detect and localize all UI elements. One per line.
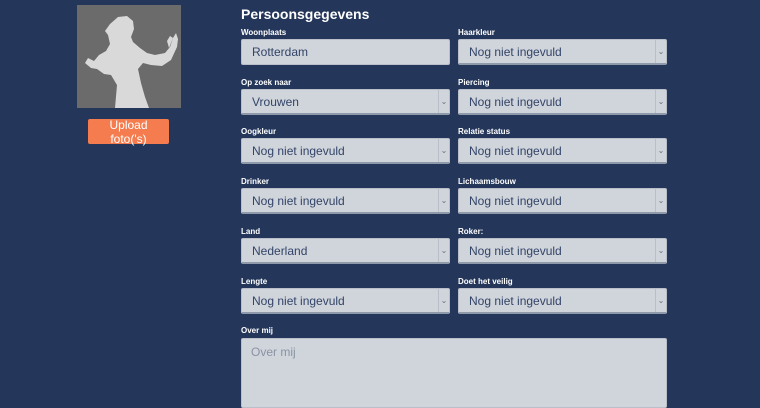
haarkleur-value: Nog niet ingevuld <box>469 44 562 59</box>
woonplaats-value: Rotterdam <box>252 45 309 59</box>
relatie-status-value: Nog niet ingevuld <box>469 143 562 158</box>
label-roker: Roker: <box>458 227 484 236</box>
relatie-status-select[interactable]: Nog niet ingevuld ⌄ <box>458 138 667 164</box>
label-piercing: Piercing <box>458 78 490 87</box>
roker-select[interactable]: Nog niet ingevuld ⌄ <box>458 238 667 264</box>
chevron-down-icon: ⌄ <box>655 239 666 262</box>
oogkleur-value: Nog niet ingevuld <box>252 143 345 158</box>
woonplaats-input[interactable]: Rotterdam <box>241 39 450 65</box>
op-zoek-naar-select[interactable]: Vrouwen ⌄ <box>241 89 450 115</box>
land-select[interactable]: Nederland ⌄ <box>241 238 450 264</box>
land-value: Nederland <box>252 243 308 258</box>
over-mij-textarea[interactable]: Over mij <box>241 338 667 408</box>
chevron-down-icon: ⌄ <box>438 189 449 212</box>
chevron-down-icon: ⌄ <box>655 189 666 212</box>
piercing-select[interactable]: Nog niet ingevuld ⌄ <box>458 89 667 115</box>
lichaamsbouw-select[interactable]: Nog niet ingevuld ⌄ <box>458 188 667 214</box>
chevron-down-icon: ⌄ <box>438 90 449 113</box>
oogkleur-select[interactable]: Nog niet ingevuld ⌄ <box>241 138 450 164</box>
chevron-down-icon: ⌄ <box>438 239 449 262</box>
doet-het-veilig-select[interactable]: Nog niet ingevuld ⌄ <box>458 288 667 314</box>
drinker-select[interactable]: Nog niet ingevuld ⌄ <box>241 188 450 214</box>
chevron-down-icon: ⌄ <box>655 289 666 312</box>
op-zoek-naar-value: Vrouwen <box>252 94 299 109</box>
label-oogkleur: Oogkleur <box>241 127 277 136</box>
label-doet-het-veilig: Doet het veilig <box>458 277 513 286</box>
label-land: Land <box>241 227 261 236</box>
label-relatie-status: Relatie status <box>458 127 511 136</box>
upload-photos-button[interactable]: Upload foto('s) <box>88 118 169 146</box>
lengte-value: Nog niet ingevuld <box>252 293 345 308</box>
chevron-down-icon: ⌄ <box>655 90 666 113</box>
label-lengte: Lengte <box>241 277 268 286</box>
profile-photo-placeholder <box>77 5 181 108</box>
over-mij-placeholder: Over mij <box>251 345 296 359</box>
label-lichaamsbouw: Lichaamsbouw <box>458 177 516 186</box>
label-drinker: Drinker <box>241 177 270 186</box>
chevron-down-icon: ⌄ <box>438 289 449 312</box>
doet-het-veilig-value: Nog niet ingevuld <box>469 293 562 308</box>
haarkleur-select[interactable]: Nog niet ingevuld ⌄ <box>458 39 667 65</box>
label-op-zoek-naar: Op zoek naar <box>241 78 292 87</box>
section-title: Persoonsgegevens <box>241 6 370 22</box>
chevron-down-icon: ⌄ <box>655 40 666 63</box>
label-over-mij: Over mij <box>241 326 274 335</box>
roker-value: Nog niet ingevuld <box>469 243 562 258</box>
chevron-down-icon: ⌄ <box>655 139 666 162</box>
lengte-select[interactable]: Nog niet ingevuld ⌄ <box>241 288 450 314</box>
label-woonplaats: Woonplaats <box>241 28 287 37</box>
label-haarkleur: Haarkleur <box>458 28 495 37</box>
lichaamsbouw-value: Nog niet ingevuld <box>469 193 562 208</box>
piercing-value: Nog niet ingevuld <box>469 94 562 109</box>
drinker-value: Nog niet ingevuld <box>252 193 345 208</box>
chevron-down-icon: ⌄ <box>438 139 449 162</box>
